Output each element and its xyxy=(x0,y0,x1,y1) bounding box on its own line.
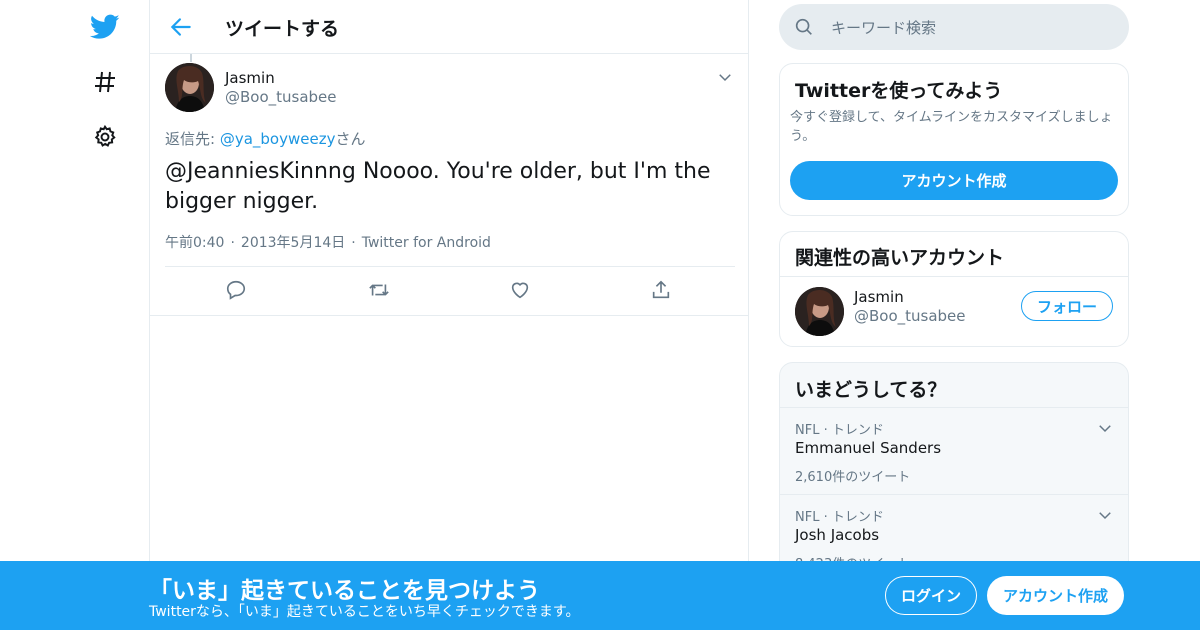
search-icon xyxy=(793,16,815,38)
chevron-down-icon[interactable] xyxy=(1096,506,1114,524)
gear-icon[interactable] xyxy=(88,120,122,154)
login-button[interactable]: ログイン xyxy=(885,576,977,615)
tweet-time[interactable]: 午前0:40 xyxy=(165,235,224,251)
main-header: ツイートする xyxy=(150,0,748,54)
reply-to-link[interactable]: @ya_boyweezy xyxy=(220,130,336,148)
banner-create-account-button[interactable]: アカウント作成 xyxy=(987,576,1124,615)
trend-item[interactable]: NFL · トレンド Emmanuel Sanders 2,610件のツイート xyxy=(780,407,1128,494)
author-name[interactable]: Jasmin xyxy=(225,69,275,87)
related-handle[interactable]: @Boo_tusabee xyxy=(854,307,966,325)
trend-category: NFL · トレンド xyxy=(795,510,884,525)
tweet-date[interactable]: 2013年5月14日 xyxy=(241,235,345,251)
reply-prefix: 返信先: xyxy=(165,130,220,148)
related-title: 関連性の高いアカウント xyxy=(795,247,1005,269)
page-title: ツイートする xyxy=(225,18,340,40)
main-column: ツイートする Jasmin @Boo_tusabee 返信先: @ya_boyw… xyxy=(149,0,749,630)
divider xyxy=(150,315,748,316)
reply-suffix: さん xyxy=(335,130,366,148)
banner-title: 「いま」起きていることを見つけよう xyxy=(149,578,540,604)
search-input[interactable]: キーワード検索 xyxy=(831,17,936,38)
follow-button[interactable]: フォロー xyxy=(1021,291,1113,321)
trend-category: NFL · トレンド xyxy=(795,423,884,438)
avatar[interactable] xyxy=(165,63,214,112)
trends-title: いまどうしてる？ xyxy=(795,379,947,401)
tweet-source: Twitter for Android xyxy=(361,235,491,251)
author-handle[interactable]: @Boo_tusabee xyxy=(225,88,337,106)
trend-count: 2,610件のツイート xyxy=(795,470,911,485)
signup-card: Twitterを使ってみよう 今すぐ登録して、タイムラインをカスタマイズしましょ… xyxy=(779,63,1129,216)
share-icon[interactable] xyxy=(650,279,674,303)
trend-name: Josh Jacobs xyxy=(795,526,880,544)
banner-subtitle: Twitterなら、「いま」起きていることをいち早くチェックできます。 xyxy=(149,604,580,620)
related-avatar[interactable] xyxy=(795,287,844,336)
related-name[interactable]: Jasmin xyxy=(854,288,904,306)
search-bar[interactable]: キーワード検索 xyxy=(779,4,1129,50)
chevron-down-icon[interactable] xyxy=(716,68,736,88)
divider xyxy=(780,276,1128,277)
like-icon[interactable] xyxy=(509,279,533,303)
divider xyxy=(165,266,735,267)
tweet-meta: 午前0:40 · 2013年5月14日 · Twitter for Android xyxy=(165,235,491,251)
create-account-button[interactable]: アカウント作成 xyxy=(790,161,1118,200)
related-accounts-card: 関連性の高いアカウント Jasmin @Boo_tusabee フォロー xyxy=(779,231,1129,347)
signup-banner: 「いま」起きていることを見つけよう Twitterなら、「いま」起きていることを… xyxy=(0,561,1200,630)
signup-card-desc: 今すぐ登録して、タイムラインをカスタマイズしましょう。 xyxy=(790,110,1113,144)
reply-to: 返信先: @ya_boyweezyさん xyxy=(165,128,365,149)
reply-icon[interactable] xyxy=(225,279,249,303)
tweet-text: @JeanniesKinnng Noooo. You're older, but… xyxy=(165,159,711,214)
hashtag-icon[interactable] xyxy=(88,65,122,99)
twitter-logo-icon[interactable] xyxy=(88,10,122,44)
chevron-down-icon[interactable] xyxy=(1096,419,1114,437)
trends-card: いまどうしてる？ NFL · トレンド Emmanuel Sanders 2,6… xyxy=(779,362,1129,592)
thread-line xyxy=(190,54,192,62)
back-arrow-icon[interactable] xyxy=(168,14,194,40)
trend-name: Emmanuel Sanders xyxy=(795,439,942,457)
signup-card-title: Twitterを使ってみよう xyxy=(795,80,1003,102)
retweet-icon[interactable] xyxy=(367,279,391,303)
